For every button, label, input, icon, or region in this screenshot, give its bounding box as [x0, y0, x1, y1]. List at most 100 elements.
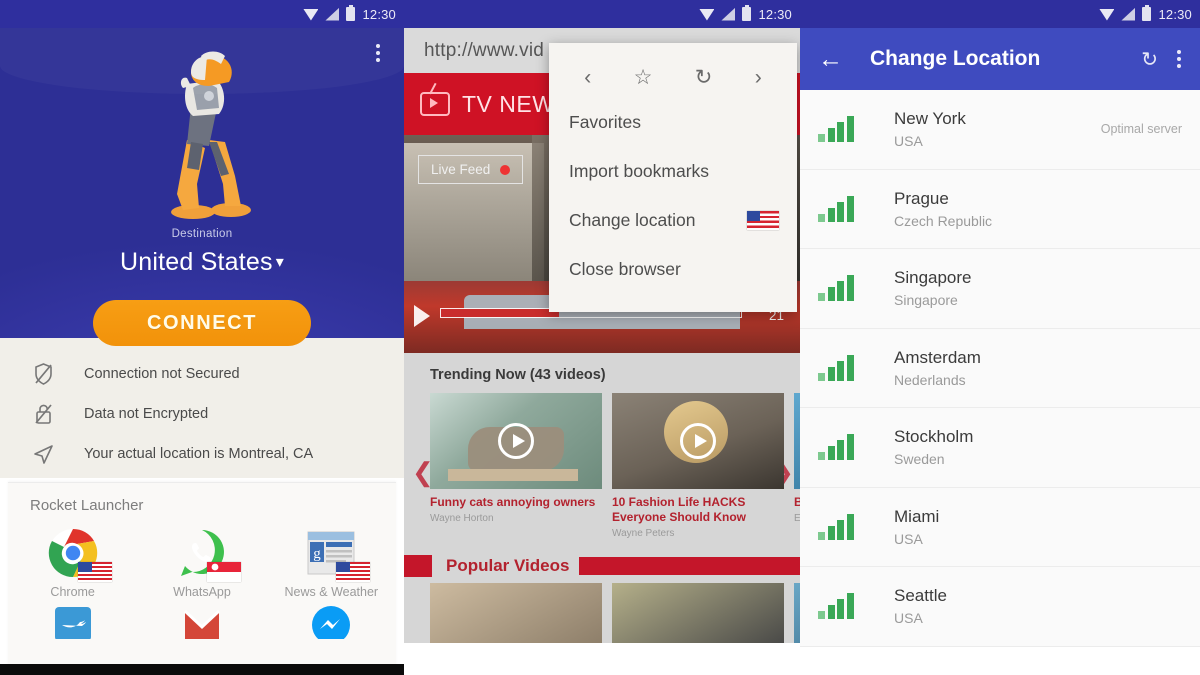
list-item[interactable]: Singapore Singapore	[800, 249, 1200, 329]
shield-off-icon	[28, 363, 58, 385]
singapore-flag	[206, 562, 241, 582]
chrome-icon	[46, 526, 112, 582]
signal-strength-icon	[818, 116, 864, 143]
video-thumbnail[interactable]	[612, 583, 784, 643]
launcher-app-label: News & Weather	[284, 585, 379, 599]
popular-videos-title: Popular Videos	[446, 556, 570, 575]
video-card[interactable]: Funny cats annoying owners Wayne Horton	[430, 393, 602, 539]
menu-item-label: Favorites	[569, 112, 641, 132]
star-icon[interactable]: ☆	[628, 65, 659, 90]
launcher-apps-grid: Chrome WhatsApp g News & Weather	[8, 526, 396, 659]
trending-section: Trending Now (43 videos) ❮ ❯ Funny cats …	[404, 353, 800, 551]
rocket-launcher-section: Rocket Launcher Chrome WhatsApp g News &…	[8, 482, 396, 672]
menu-item-change-location[interactable]: Change location	[549, 196, 797, 245]
battery-icon	[742, 5, 752, 21]
lock-open-icon	[28, 403, 58, 425]
launcher-app-news-weather[interactable]: g News & Weather	[267, 526, 396, 599]
messenger-icon	[304, 605, 358, 659]
browser-screen: 12:30 http://www.vid TV NEWS Live Feed 2…	[404, 0, 800, 675]
gmail-icon	[175, 605, 229, 659]
launcher-app-chrome[interactable]: Chrome	[8, 526, 137, 599]
play-icon[interactable]	[414, 305, 430, 327]
menu-item-import-bookmarks[interactable]: Import bookmarks	[549, 147, 797, 196]
list-item[interactable]: Prague Czech Republic	[800, 170, 1200, 249]
section-divider	[579, 557, 800, 575]
video-card[interactable]: 10 Fashion Life HACKS Everyone Should Kn…	[612, 393, 784, 539]
list-item[interactable]: Miami USA	[800, 488, 1200, 567]
battery-icon	[1142, 5, 1152, 21]
launcher-app-messenger[interactable]	[267, 605, 396, 659]
destination-value: United States	[120, 248, 273, 276]
location-city: New York	[894, 109, 966, 129]
status-badge: Optimal server	[1100, 122, 1182, 137]
launcher-app-whatsapp[interactable]: WhatsApp	[137, 526, 266, 599]
location-city: Amsterdam	[894, 347, 981, 367]
video-title: 10 Fashion Life HACKS Everyone Should Kn…	[612, 495, 747, 524]
change-location-screen: 12:30 ← Change Location ↻ New York USA O…	[800, 0, 1200, 675]
carousel-prev-icon[interactable]: ❮	[404, 601, 406, 630]
popular-videos-header: Popular Videos	[404, 551, 800, 583]
status-item-label: Your actual location is Montreal, CA	[84, 446, 314, 462]
launcher-app-twitter[interactable]	[8, 605, 137, 659]
vpn-home-screen: 12:30 Destination United States ▾ CONNEC…	[0, 0, 404, 675]
status-item-label: Connection not Secured	[84, 366, 240, 382]
signal-strength-icon	[818, 593, 864, 620]
tv-icon	[420, 92, 450, 116]
status-item-connection: Connection not Secured	[0, 354, 404, 394]
location-city: Stockholm	[894, 427, 974, 447]
menu-item-favorites[interactable]: Favorites	[549, 98, 797, 147]
refresh-icon[interactable]: ↻	[1141, 47, 1158, 72]
status-bar-panel3: 12:30	[800, 0, 1200, 28]
status-bar-panel1: 12:30	[0, 0, 404, 28]
status-time: 12:30	[758, 6, 792, 22]
us-flag	[77, 562, 112, 582]
live-feed-label: Live Feed	[431, 162, 491, 177]
us-flag	[336, 562, 371, 582]
overflow-menu-icon[interactable]	[372, 40, 384, 66]
live-feed-badge: Live Feed	[418, 155, 524, 184]
section-marker	[404, 555, 432, 577]
page-title: Change Location	[870, 47, 1041, 70]
video-thumbnail[interactable]	[430, 583, 602, 643]
popular-videos-carousel: ❮	[404, 583, 800, 643]
forward-icon[interactable]: ›	[749, 65, 768, 90]
list-item[interactable]: Amsterdam Nederlands	[800, 329, 1200, 408]
video-thumbnail	[430, 393, 602, 489]
back-icon[interactable]: ‹	[578, 65, 597, 90]
play-icon	[498, 423, 534, 459]
menu-item-close-browser[interactable]: Close browser	[549, 245, 797, 294]
three-screenshot-collage: 12:30 Destination United States ▾ CONNEC…	[0, 0, 1200, 675]
connect-button[interactable]: CONNECT	[93, 300, 311, 346]
list-item[interactable]: Seattle USA	[800, 567, 1200, 647]
cell-signal-icon	[721, 7, 736, 21]
location-country: USA	[894, 530, 923, 547]
launcher-app-gmail[interactable]	[137, 605, 266, 659]
live-dot-icon	[500, 164, 511, 175]
overflow-menu-icon[interactable]	[1174, 47, 1184, 71]
video-thumbnail	[612, 393, 784, 489]
status-time: 12:30	[1158, 6, 1192, 22]
back-arrow-icon[interactable]: ←	[818, 46, 858, 72]
whatsapp-icon	[175, 526, 241, 582]
trending-carousel: Funny cats annoying owners Wayne Horton …	[404, 393, 800, 539]
refresh-icon[interactable]: ↻	[689, 65, 719, 90]
location-country: USA	[894, 133, 923, 150]
menu-item-label: Close browser	[569, 259, 681, 279]
signal-strength-icon	[818, 195, 864, 222]
chevron-down-icon: ▾	[275, 254, 284, 271]
video-author: Wayne Peters	[612, 528, 675, 539]
vpn-hero-section: Destination United States ▾ CONNECT	[0, 28, 404, 346]
android-nav-bar	[0, 664, 404, 675]
status-item-label: Data not Encrypted	[84, 406, 209, 422]
destination-selector[interactable]: United States ▾	[0, 248, 404, 277]
location-city: Prague	[894, 188, 949, 208]
play-icon	[680, 423, 716, 459]
cell-signal-icon	[1121, 7, 1136, 21]
list-item[interactable]: New York USA Optimal server	[800, 90, 1200, 170]
location-arrow-icon	[28, 444, 58, 465]
twitter-icon	[46, 605, 100, 659]
list-item[interactable]: Stockholm Sweden	[800, 408, 1200, 488]
location-country: Czech Republic	[894, 212, 993, 229]
location-list: New York USA Optimal server Prague Czech…	[800, 90, 1200, 647]
wifi-icon	[699, 9, 715, 21]
